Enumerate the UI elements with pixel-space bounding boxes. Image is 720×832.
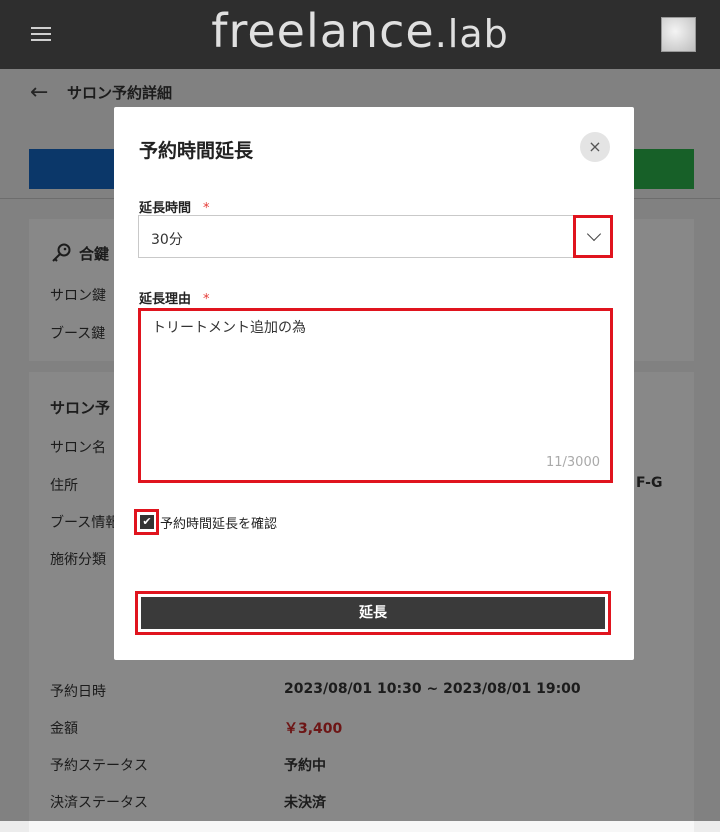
confirm-checkbox[interactable]: ✔	[134, 509, 159, 535]
duration-label-text: 延長時間	[139, 201, 192, 216]
chevron-down-icon	[586, 226, 602, 242]
duration-dropdown-toggle[interactable]	[573, 215, 613, 258]
reason-label-text: 延長理由	[139, 292, 192, 307]
avatar[interactable]	[661, 17, 696, 52]
reason-label: 延長理由 *	[139, 288, 210, 307]
reason-textarea[interactable]: トリートメント追加の為 11/3000	[138, 308, 613, 483]
top-bar: freelance.lab	[0, 0, 720, 69]
app-logo[interactable]: freelance.lab	[0, 4, 720, 58]
duration-label: 延長時間 *	[139, 197, 210, 216]
reason-textarea-value: トリートメント追加の為	[152, 320, 306, 336]
required-mark: *	[203, 292, 210, 307]
confirm-label[interactable]: 予約時間延長を確認	[160, 513, 277, 532]
duration-select-value: 30分	[151, 232, 183, 248]
logo-sub: .lab	[434, 12, 509, 56]
checkmark-icon: ✔	[140, 515, 154, 529]
modal-title: 予約時間延長	[139, 140, 254, 162]
char-count: 11/3000	[545, 455, 600, 470]
extend-button[interactable]: 延長	[141, 597, 605, 629]
duration-select[interactable]: 30分	[138, 215, 612, 258]
extend-button-highlight: 延長	[135, 591, 611, 635]
close-icon[interactable]: ×	[580, 132, 610, 162]
required-mark: *	[203, 201, 210, 216]
logo-main: freelance	[211, 4, 435, 58]
extend-time-modal: 予約時間延長 × 延長時間 * 30分 延長理由 * トリートメント追加の為 11/…	[114, 107, 634, 660]
